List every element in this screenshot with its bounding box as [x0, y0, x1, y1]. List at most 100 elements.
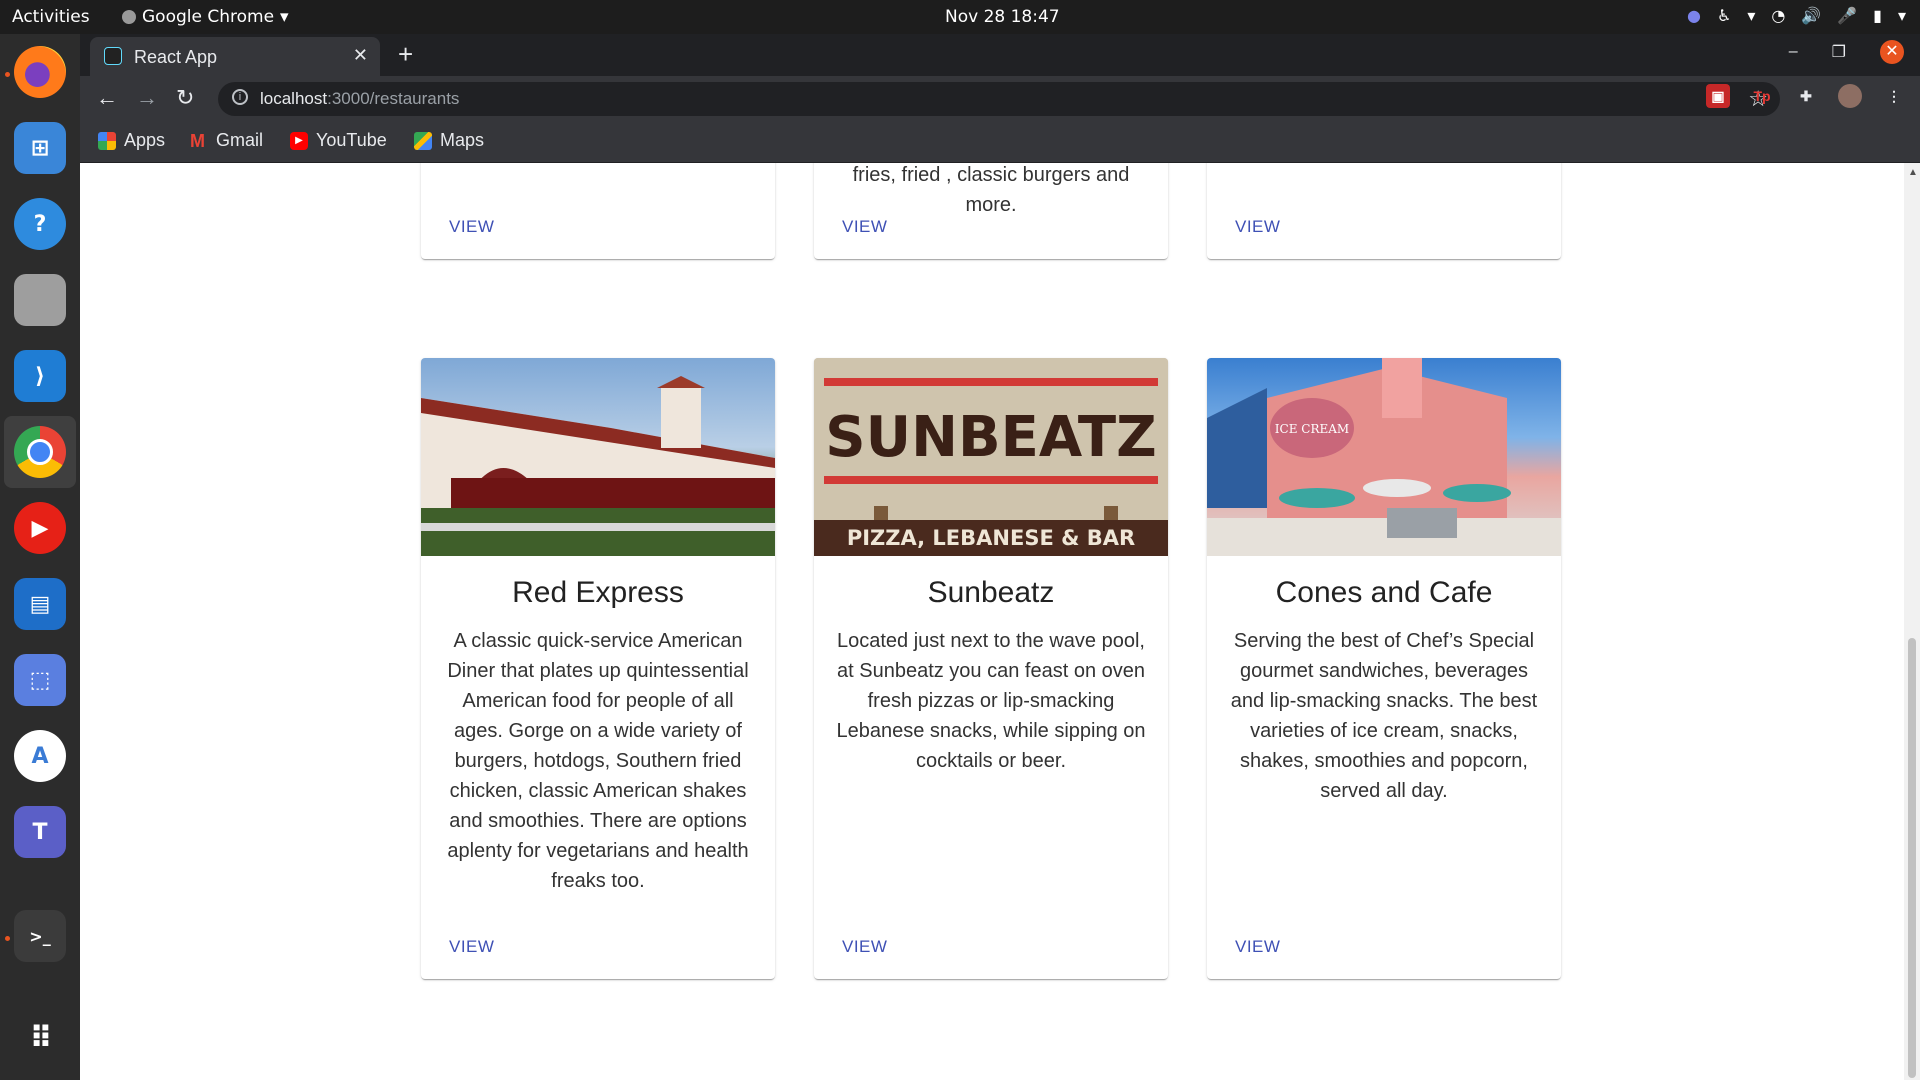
chevron-down-icon[interactable]: ▾	[1898, 6, 1906, 25]
restaurant-card-cones-and-cafe: ICE CREAM Cones and Cafe Serving the bes…	[1207, 358, 1561, 979]
restaurant-image: SUNBEATZ PIZZA, LEBANESE & BAR	[814, 358, 1168, 556]
accessibility-icon[interactable]: ♿	[1717, 6, 1731, 25]
extensions-area: ▣ Tp ✚ ⋮	[1706, 84, 1906, 108]
restaurant-card-sunbeatz: SUNBEATZ PIZZA, LEBANESE & BAR Sunbeatz …	[814, 358, 1168, 979]
clock[interactable]: Nov 28 18:47	[945, 7, 1060, 27]
teams-tray-icon[interactable]: ●	[1687, 6, 1701, 25]
files-icon[interactable]	[14, 274, 66, 326]
chevron-down-icon[interactable]: ▾	[1747, 6, 1755, 25]
site-info-icon[interactable]: i	[232, 89, 248, 105]
chrome-icon[interactable]	[14, 426, 66, 478]
react-favicon-icon	[104, 47, 122, 65]
gmail-icon: M	[190, 130, 205, 151]
scrollbar-thumb[interactable]	[1908, 638, 1916, 1078]
app-menu[interactable]: Google Chrome ▾	[122, 7, 289, 27]
bookmark-youtube[interactable]: ▶ YouTube	[290, 130, 387, 151]
back-button[interactable]: ←	[96, 85, 118, 111]
system-top-bar: Activities Google Chrome ▾ Nov 28 18:47 …	[0, 0, 1920, 34]
youtube-icon: ▶	[290, 131, 308, 150]
dock: ⊞ ? ⟩ ▶ ▤ ⬚ A T >_ ⠿	[0, 34, 81, 1080]
scroll-up-arrow-icon[interactable]: ▲	[1908, 167, 1918, 178]
bookmark-label: Maps	[440, 130, 485, 150]
running-indicator	[5, 936, 10, 941]
extension-tp-icon[interactable]: Tp	[1750, 84, 1774, 108]
app-menu-label: Google Chrome	[142, 7, 275, 27]
restaurant-card: VIEW	[1207, 163, 1561, 259]
view-button[interactable]: VIEW	[1235, 937, 1280, 957]
bookmark-gmail[interactable]: M Gmail	[190, 130, 263, 151]
view-button[interactable]: VIEW	[842, 937, 887, 957]
tab-react-app[interactable]: React App ✕	[90, 37, 380, 76]
software-store-icon[interactable]: ⊞	[14, 122, 66, 174]
youtube-music-icon[interactable]: ▶	[14, 502, 66, 554]
maps-icon	[414, 131, 432, 150]
window-controls: – ❐ ✕	[1789, 40, 1904, 64]
extensions-puzzle-icon[interactable]: ✚	[1794, 84, 1818, 108]
restaurant-card-red-express: Red Express A classic quick-service Amer…	[421, 358, 775, 979]
address-bar[interactable]: i localhost:3000/restaurants ☆	[218, 82, 1780, 116]
wifi-icon[interactable]: ◔	[1771, 6, 1785, 25]
menu-kebab-icon[interactable]: ⋮	[1882, 84, 1906, 108]
terminal-icon[interactable]: >_	[14, 910, 66, 962]
microphone-icon[interactable]: 🎤	[1837, 6, 1857, 25]
volume-icon[interactable]: 🔊	[1801, 6, 1821, 25]
view-button[interactable]: VIEW	[449, 937, 494, 957]
chrome-small-icon	[122, 10, 136, 24]
maximize-button[interactable]: ❐	[1832, 42, 1846, 62]
android-studio-icon[interactable]: A	[14, 730, 66, 782]
building-illustration	[421, 376, 775, 556]
reload-button[interactable]: ↻	[176, 85, 194, 111]
bookmark-apps[interactable]: Apps	[98, 130, 165, 151]
url-host: localhost	[260, 89, 328, 108]
url-path: :3000/restaurants	[327, 89, 460, 108]
writer-icon[interactable]: ▤	[14, 578, 66, 630]
minimize-button[interactable]: –	[1789, 43, 1798, 61]
tab-strip: React App ✕ + – ❐ ✕	[80, 34, 1920, 76]
apps-grid-icon	[98, 131, 116, 150]
screenshot-icon[interactable]: ⬚	[14, 654, 66, 706]
chevron-down-icon: ▾	[280, 7, 289, 27]
vscode-icon[interactable]: ⟩	[14, 350, 66, 402]
activities-button[interactable]: Activities	[12, 7, 90, 27]
card-description: heart's content with the likes of fries,…	[852, 164, 1130, 216]
restaurant-card: heart's content with the likes of fries,…	[814, 163, 1168, 259]
ice-cream-shop-illustration: ICE CREAM	[1207, 358, 1561, 556]
close-tab-icon[interactable]: ✕	[353, 45, 368, 66]
card-description: Located just next to the wave pool, at S…	[836, 630, 1146, 772]
bookmark-label: YouTube	[316, 130, 387, 150]
view-button[interactable]: VIEW	[842, 217, 887, 237]
firefox-icon[interactable]	[14, 46, 66, 98]
system-tray[interactable]: ● ♿ ▾ ◔ 🔊 🎤 ▮ ▾	[1687, 6, 1906, 25]
view-button[interactable]: VIEW	[449, 217, 494, 237]
forward-button[interactable]: →	[136, 85, 158, 111]
sign-title: SUNBEATZ	[825, 405, 1156, 470]
bookmark-label: Gmail	[216, 130, 264, 150]
bookmarks-bar: Apps M Gmail ▶ YouTube Maps	[80, 122, 1920, 163]
card-description: Serving the best of Chef’s Special gourm…	[1230, 630, 1538, 802]
apps-grid-icon[interactable]: ⠿	[14, 1012, 66, 1064]
page-viewport: VIEW heart's content with the likes of f…	[80, 163, 1904, 1080]
help-icon[interactable]: ?	[14, 198, 66, 250]
browser-toolbar: ← → ↻ i localhost:3000/restaurants ☆ ▣ T…	[80, 76, 1920, 122]
shop-sign-text: ICE CREAM	[1275, 422, 1349, 436]
running-indicator	[5, 72, 10, 77]
bookmark-maps[interactable]: Maps	[414, 130, 484, 151]
card-title: Red Express	[512, 576, 684, 609]
restaurant-card: VIEW	[421, 163, 775, 259]
view-button[interactable]: VIEW	[1235, 217, 1280, 237]
battery-icon[interactable]: ▮	[1873, 6, 1882, 25]
teams-icon[interactable]: T	[14, 806, 66, 858]
restaurant-image: ICE CREAM	[1207, 358, 1561, 556]
close-window-button[interactable]: ✕	[1880, 40, 1904, 64]
extension-red-icon[interactable]: ▣	[1706, 84, 1730, 108]
restaurant-image	[421, 358, 775, 556]
page-scrollbar[interactable]: ▲	[1904, 163, 1920, 1080]
card-title: Cones and Cafe	[1275, 576, 1493, 609]
sunbeatz-sign-illustration: SUNBEATZ PIZZA, LEBANESE & BAR	[814, 358, 1168, 556]
profile-avatar[interactable]	[1838, 84, 1862, 108]
bookmark-label: Apps	[124, 130, 166, 150]
new-tab-button[interactable]: +	[398, 39, 413, 70]
sign-subtitle: PIZZA, LEBANESE & BAR	[847, 526, 1135, 550]
card-title: Sunbeatz	[927, 576, 1055, 609]
tab-title: React App	[134, 47, 218, 67]
